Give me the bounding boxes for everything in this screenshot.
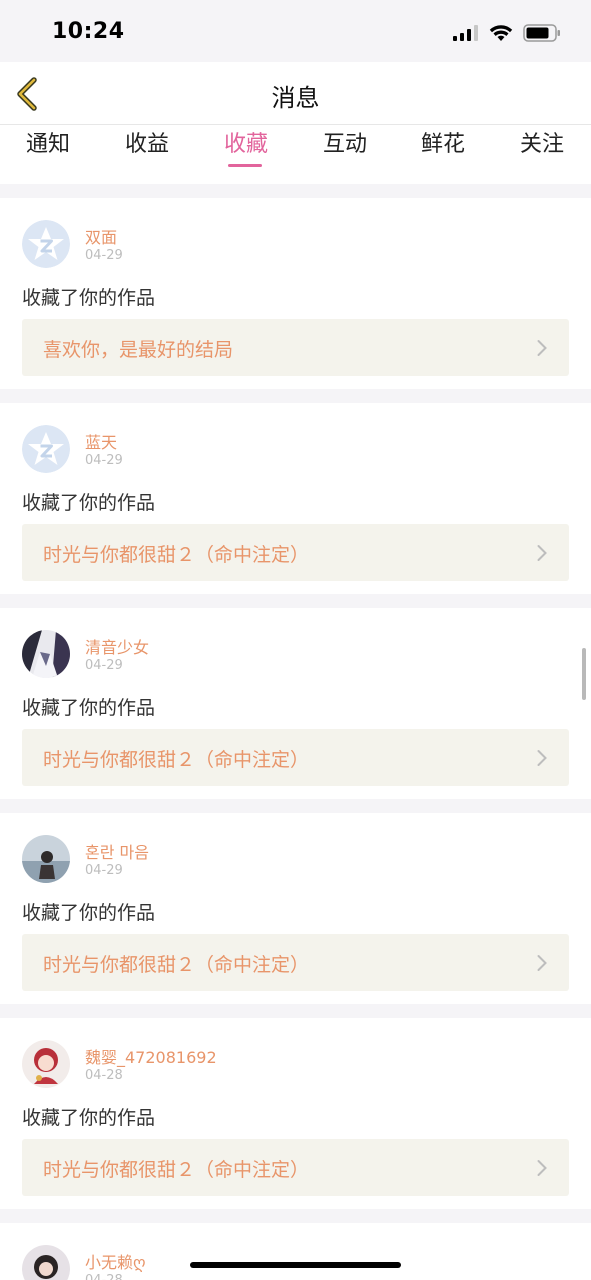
- notification-date: 04-28: [85, 1273, 123, 1280]
- tab-follow[interactable]: 关注: [502, 131, 582, 175]
- user-name[interactable]: 小无赖ღ: [85, 1249, 146, 1273]
- user-name[interactable]: 魏婴_472081692: [85, 1044, 217, 1068]
- notification-date: 04-29: [85, 453, 123, 468]
- user-avatar[interactable]: [22, 1245, 70, 1280]
- home-indicator[interactable]: [190, 1262, 401, 1268]
- tab-bar: 通知 收益 收藏 互动 鲜花 关注: [0, 125, 591, 184]
- work-title: 喜欢你，是最好的结局: [43, 339, 234, 361]
- work-link[interactable]: 时光与你都很甜２（命中注定）: [22, 934, 569, 991]
- active-tab-indicator: [228, 164, 262, 167]
- chevron-right-icon: [537, 750, 547, 766]
- notification-date: 04-29: [85, 658, 123, 673]
- chevron-right-icon: [537, 340, 547, 356]
- notification-card: 혼란 마음 04-29 收藏了你的作品 时光与你都很甜２（命中注定）: [0, 813, 591, 1004]
- notification-card: 双面 04-29 收藏了你的作品 喜欢你，是最好的结局: [0, 198, 591, 389]
- notification-date: 04-29: [85, 248, 123, 263]
- action-text: 收藏了你的作品: [22, 902, 156, 924]
- wifi-icon: [489, 25, 513, 41]
- tab-favorites[interactable]: 收藏: [206, 131, 286, 175]
- user-avatar[interactable]: [22, 835, 70, 883]
- chevron-right-icon: [537, 955, 547, 971]
- chevron-right-icon: [537, 545, 547, 561]
- notification-date: 04-28: [85, 1068, 123, 1083]
- page-title: 消息: [271, 84, 320, 112]
- notification-card: 蓝天 04-29 收藏了你的作品 时光与你都很甜２（命中注定）: [0, 403, 591, 594]
- tab-interaction[interactable]: 互动: [305, 131, 385, 175]
- scrollbar[interactable]: [582, 648, 586, 700]
- work-link[interactable]: 喜欢你，是最好的结局: [22, 319, 569, 376]
- cellular-signal-icon: [453, 25, 478, 41]
- work-title: 时光与你都很甜２（命中注定）: [43, 954, 310, 976]
- notification-card: 魏婴_472081692 04-28 收藏了你的作品 时光与你都很甜２（命中注定…: [0, 1018, 591, 1209]
- status-time: 10:24: [52, 19, 125, 44]
- chevron-right-icon: [537, 1160, 547, 1176]
- work-title: 时光与你都很甜２（命中注定）: [43, 1159, 310, 1181]
- work-title: 时光与你都很甜２（命中注定）: [43, 544, 310, 566]
- status-bar: 10:24: [0, 0, 591, 62]
- work-link[interactable]: 时光与你都很甜２（命中注定）: [22, 1139, 569, 1196]
- user-avatar[interactable]: [22, 630, 70, 678]
- nav-bar: 消息: [0, 62, 591, 125]
- user-avatar[interactable]: [22, 1040, 70, 1088]
- notification-card: 小无赖ღ 04-28: [0, 1223, 591, 1280]
- default-avatar-icon[interactable]: [22, 220, 70, 268]
- tab-earnings[interactable]: 收益: [107, 131, 187, 175]
- user-name[interactable]: 清音少女: [85, 634, 149, 658]
- work-title: 时光与你都很甜２（命中注定）: [43, 749, 310, 771]
- work-link[interactable]: 时光与你都很甜２（命中注定）: [22, 524, 569, 581]
- system-icons: [453, 22, 561, 44]
- work-link[interactable]: 时光与你都很甜２（命中注定）: [22, 729, 569, 786]
- action-text: 收藏了你的作品: [22, 287, 156, 309]
- battery-icon: [523, 24, 560, 42]
- tab-flowers[interactable]: 鲜花: [403, 131, 483, 175]
- notification-card: 清音少女 04-29 收藏了你的作品 时光与你都很甜２（命中注定）: [0, 608, 591, 799]
- action-text: 收藏了你的作品: [22, 697, 156, 719]
- user-name[interactable]: 혼란 마음: [85, 839, 149, 863]
- notification-date: 04-29: [85, 863, 123, 878]
- action-text: 收藏了你的作品: [22, 492, 156, 514]
- tab-notice[interactable]: 通知: [8, 131, 88, 175]
- default-avatar-icon[interactable]: [22, 425, 70, 473]
- user-name[interactable]: 双面: [85, 224, 117, 248]
- action-text: 收藏了你的作品: [22, 1107, 156, 1129]
- user-name[interactable]: 蓝天: [85, 429, 117, 453]
